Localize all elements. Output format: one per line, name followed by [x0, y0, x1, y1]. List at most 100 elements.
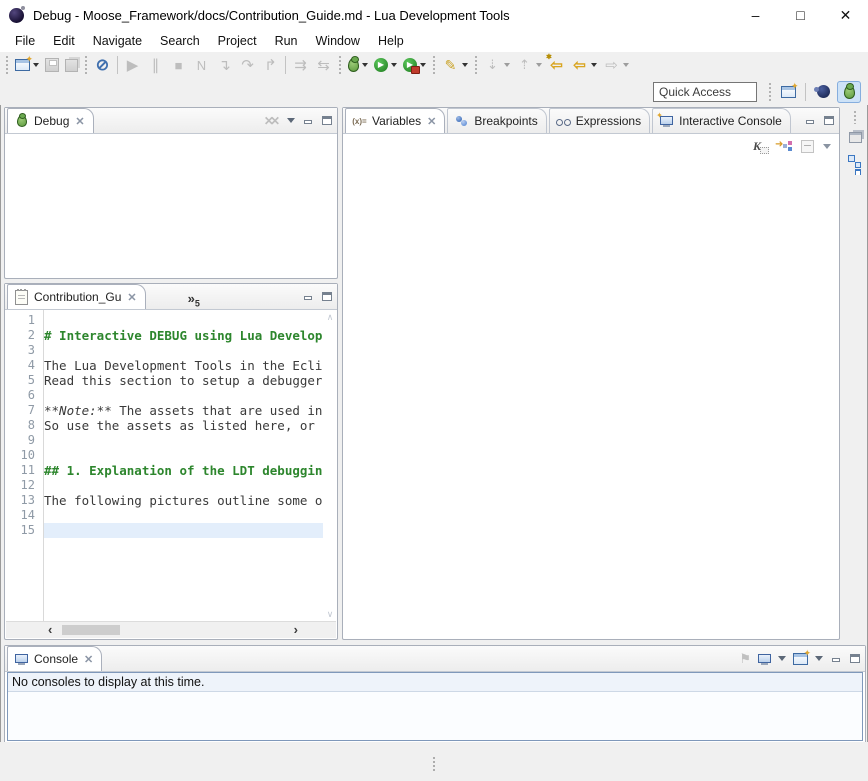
debug-view-header: Debug ✕ ✕✕ [5, 108, 337, 134]
scroll-up-icon[interactable]: ∧ [323, 312, 337, 323]
new-wizard-button[interactable] [13, 58, 41, 72]
editor-line-9[interactable]: 9 [5, 433, 323, 448]
remove-all-terminated-icon[interactable]: ✕✕ [264, 114, 280, 128]
minimize-view-button[interactable] [302, 291, 314, 302]
highlighter-dropdown-icon[interactable] [462, 63, 468, 67]
toolbar-separator [474, 56, 478, 74]
next-annotation-button: ⇣ [482, 56, 512, 75]
external-tools-button[interactable]: ▶ [401, 57, 428, 73]
restore-view-icon[interactable] [849, 132, 862, 143]
scrollbar-thumb[interactable] [62, 625, 120, 635]
tab-expressions[interactable]: Expressions [549, 108, 650, 133]
editor-line-15[interactable]: 15 [5, 523, 323, 538]
show-type-names-icon[interactable]: K [753, 139, 767, 154]
editor-line-2[interactable]: 2# Interactive DEBUG using Lua Developme… [5, 328, 323, 343]
tab-variables[interactable]: (x)= Variables ✕ [345, 108, 445, 133]
editor-line-13[interactable]: 13The following pictures outline some of [5, 493, 323, 508]
maximize-view-button[interactable] [321, 115, 333, 126]
breakpoints-tab-icon [455, 115, 469, 127]
menu-project[interactable]: Project [209, 32, 266, 50]
editor-text-area[interactable]: 12# Interactive DEBUG using Lua Developm… [5, 310, 337, 622]
menu-window[interactable]: Window [307, 32, 369, 50]
view-menu-icon[interactable] [287, 118, 295, 123]
editor-line-8[interactable]: 8So use the assets as listed here, or y [5, 418, 323, 433]
highlighter-button[interactable]: ✎ [440, 56, 470, 75]
scroll-right-icon[interactable]: › [294, 622, 298, 637]
open-console-menu-icon[interactable] [815, 656, 823, 661]
editor-line-11[interactable]: 11## 1. Explanation of the LDT debugging [5, 463, 323, 478]
tab-breakpoints[interactable]: Breakpoints [447, 108, 546, 133]
more-editors-chevron[interactable]: »5 [188, 291, 200, 309]
run-dropdown-icon[interactable] [391, 63, 397, 67]
debug-perspective-button[interactable] [837, 81, 861, 103]
line-text [44, 508, 323, 523]
minimize-view-button[interactable] [830, 653, 842, 664]
outline-view-icon[interactable] [848, 155, 862, 171]
display-console-menu-icon[interactable] [778, 656, 786, 661]
maximize-window-button[interactable]: □ [778, 0, 823, 30]
debug-tab-label: Debug [34, 114, 69, 128]
debug-dropdown-icon[interactable] [362, 63, 368, 67]
show-logical-structure-icon[interactable] [776, 140, 792, 152]
tab-debug[interactable]: Debug ✕ [7, 108, 94, 133]
interactive-console-tab-icon: ✦ [660, 115, 673, 127]
display-selected-console-icon[interactable] [758, 653, 771, 665]
scroll-left-icon[interactable]: ‹ [48, 622, 52, 637]
scroll-down-icon[interactable]: ∨ [323, 609, 337, 620]
pin-console-icon[interactable]: ⚑ [739, 651, 751, 667]
debug-button[interactable] [346, 57, 370, 73]
editor-horizontal-scrollbar[interactable]: ‹ › [6, 621, 336, 638]
run-button[interactable]: ▶ [372, 57, 399, 73]
new-wizard-dropdown-icon[interactable] [33, 63, 39, 67]
menu-help[interactable]: Help [369, 32, 413, 50]
menu-run[interactable]: Run [266, 32, 307, 50]
view-menu-icon[interactable] [823, 144, 831, 149]
close-icon[interactable]: ✕ [75, 115, 84, 128]
menu-edit[interactable]: Edit [44, 32, 84, 50]
line-text: The Lua Development Tools in the Eclipse [44, 358, 323, 373]
open-console-icon[interactable] [793, 653, 808, 665]
tab-console[interactable]: Console ✕ [7, 646, 102, 671]
minimize-view-button[interactable] [302, 115, 314, 126]
menu-file[interactable]: File [6, 32, 44, 50]
editor-line-6[interactable]: 6 [5, 388, 323, 403]
back-dropdown-icon[interactable] [591, 63, 597, 67]
line-number: 14 [5, 508, 44, 523]
external-tools-dropdown-icon[interactable] [420, 63, 426, 67]
skip-all-breakpoints-button[interactable]: ⊘ [92, 56, 113, 75]
menu-search[interactable]: Search [151, 32, 209, 50]
minimize-window-button[interactable]: – [733, 0, 778, 30]
last-edit-location-button[interactable]: ⇦ [546, 56, 567, 75]
editor-vertical-scrollbar[interactable]: ∧ ∨ [323, 310, 337, 622]
tab-interactive-console[interactable]: ✦ Interactive Console [652, 108, 791, 133]
editor-line-10[interactable]: 10 [5, 448, 323, 463]
save-all-icon [65, 59, 78, 72]
editor-line-3[interactable]: 3 [5, 343, 323, 358]
close-icon[interactable]: ✕ [84, 653, 93, 666]
application-window: Debug - Moose_Framework/docs/Contributio… [0, 0, 868, 781]
menu-navigate[interactable]: Navigate [84, 32, 151, 50]
close-icon[interactable]: ✕ [127, 291, 136, 304]
close-window-button[interactable]: ✕ [823, 0, 868, 30]
editor-line-12[interactable]: 12 [5, 478, 323, 493]
collapse-all-icon[interactable] [801, 140, 814, 153]
editor-line-5[interactable]: 5Read this section to setup a debugger [5, 373, 323, 388]
toolbar-handle [768, 83, 772, 101]
maximize-view-button[interactable] [823, 115, 835, 126]
maximize-view-button[interactable] [321, 291, 333, 302]
open-perspective-button[interactable] [776, 81, 800, 103]
quick-access-input[interactable]: Quick Access [653, 82, 757, 102]
toolbar-separator [432, 56, 436, 74]
tab-contribution-guide[interactable]: Contribution_Gu ✕ [7, 284, 146, 309]
lua-perspective-button[interactable] [811, 81, 835, 103]
editor-line-7[interactable]: 7**Note:** The assets that are used in [5, 403, 323, 418]
back-button[interactable]: ⇦ [569, 56, 599, 75]
editor-line-14[interactable]: 14 [5, 508, 323, 523]
breakpoints-tab-label: Breakpoints [474, 114, 537, 128]
editor-line-1[interactable]: 1 [5, 313, 323, 328]
minimize-view-button[interactable] [804, 115, 816, 126]
status-bar-handle[interactable] [432, 756, 436, 772]
editor-line-4[interactable]: 4The Lua Development Tools in the Eclips… [5, 358, 323, 373]
close-icon[interactable]: ✕ [427, 115, 436, 128]
maximize-view-button[interactable] [849, 653, 861, 664]
